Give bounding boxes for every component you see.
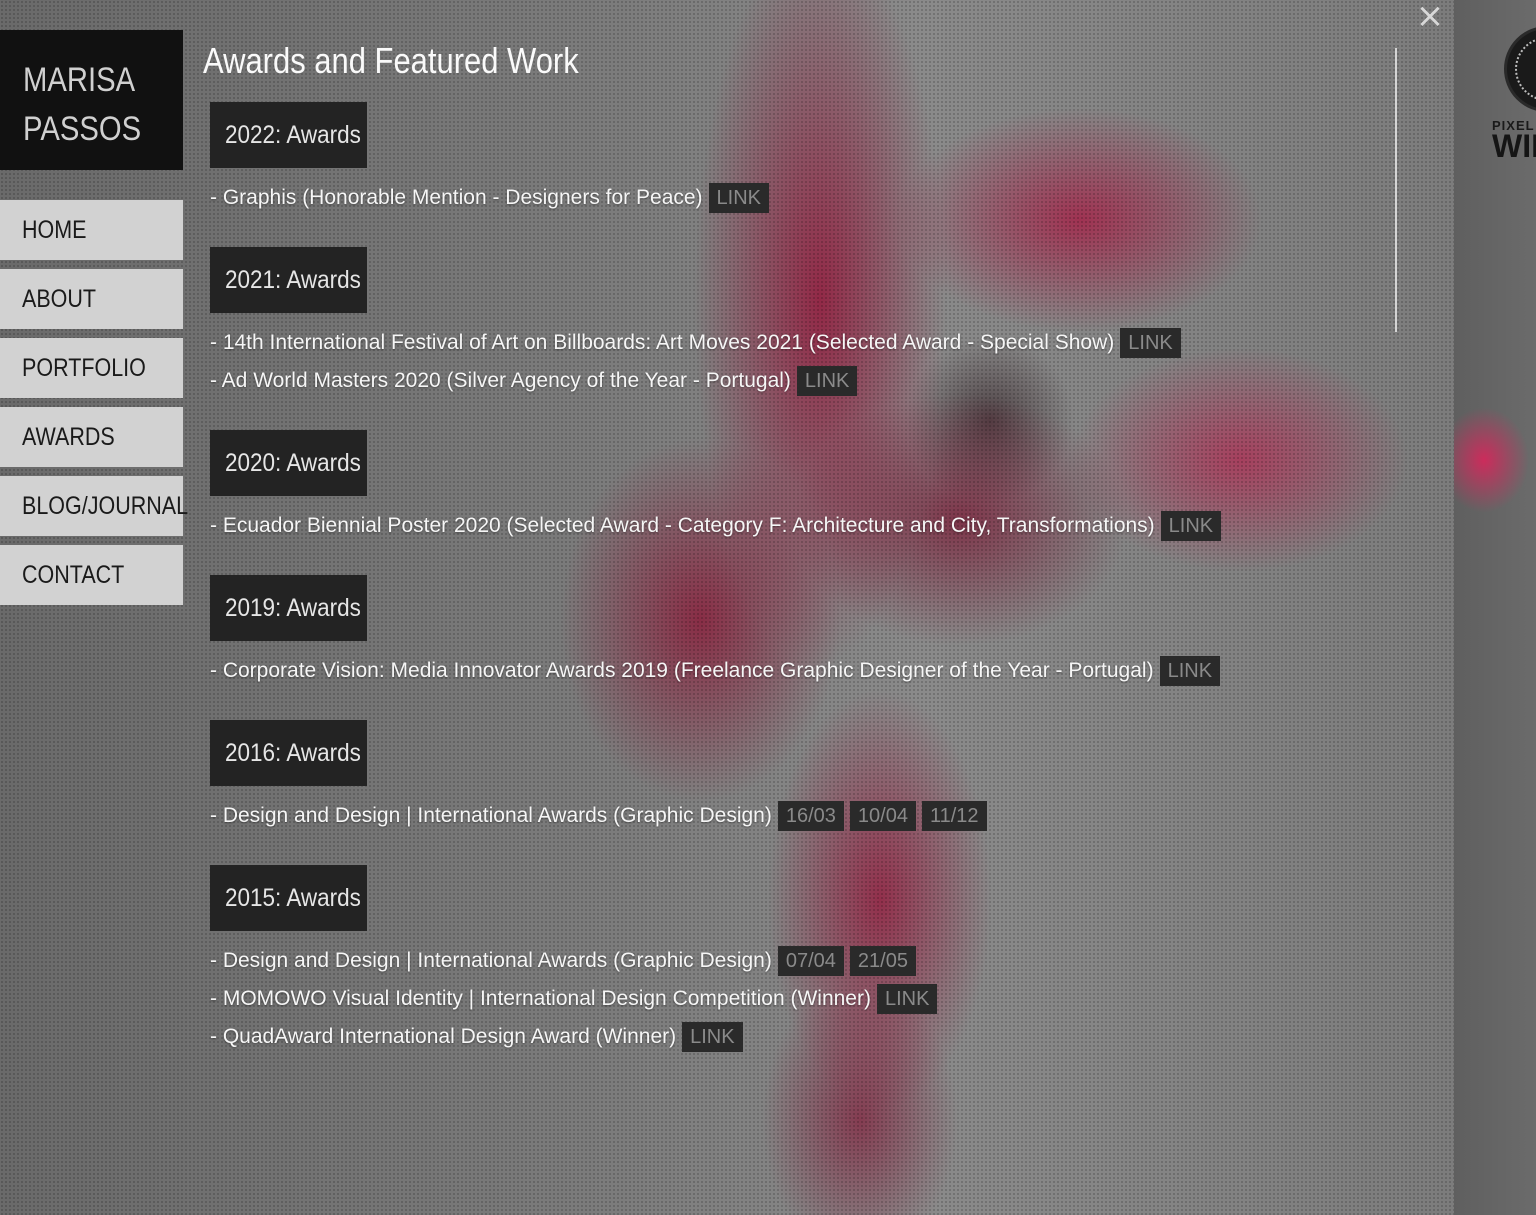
award-entries: - Graphis (Honorable Mention - Designers… bbox=[210, 179, 1390, 217]
award-date-link[interactable]: 07/04 bbox=[777, 946, 844, 976]
year-section: 2021: Awards - 14th International Festiva… bbox=[210, 247, 1390, 400]
year-section: 2022: Awards - Graphis (Honorable Mention… bbox=[210, 102, 1390, 217]
award-link-button[interactable]: LINK bbox=[876, 984, 938, 1014]
year-heading: 2022: Awards bbox=[210, 102, 367, 168]
award-entry: - Design and Design | International Awar… bbox=[210, 942, 1390, 980]
year-section: 2019: Awards - Corporate Vision: Media In… bbox=[210, 575, 1390, 690]
award-link-button[interactable]: LINK bbox=[682, 1022, 743, 1052]
badge-seal-icon bbox=[1504, 26, 1536, 112]
award-entries: - Corporate Vision: Media Innovator Awar… bbox=[210, 652, 1390, 690]
award-date-link[interactable]: 11/12 bbox=[921, 801, 987, 831]
award-date-link[interactable]: 21/05 bbox=[849, 946, 916, 976]
award-entry: - Corporate Vision: Media Innovator Awar… bbox=[210, 652, 1390, 690]
year-heading-label: 2020: Awards bbox=[225, 449, 361, 477]
award-entries: - Design and Design | International Awar… bbox=[210, 942, 1390, 1056]
scrollbar[interactable] bbox=[1395, 48, 1397, 332]
award-entry: - Ad World Masters 2020 (Silver Agency o… bbox=[210, 362, 1390, 400]
year-heading-label: 2015: Awards bbox=[225, 884, 361, 912]
award-badge: PIXEL WIN bbox=[1492, 26, 1536, 166]
site-logo[interactable]: MARISA PASSOS bbox=[0, 30, 183, 170]
award-entry-text: - QuadAward International Design Award (… bbox=[210, 1025, 677, 1048]
award-link-button[interactable]: LINK bbox=[1160, 511, 1222, 541]
nav-item-awards[interactable]: AWARDS bbox=[0, 407, 183, 467]
awards-list: 2022: Awards - Graphis (Honorable Mention… bbox=[210, 102, 1390, 1086]
award-entry-text: - Ad World Masters 2020 (Silver Agency o… bbox=[210, 369, 791, 392]
badge-text-bottom: WIN bbox=[1492, 128, 1536, 164]
right-edge-panel bbox=[1454, 0, 1536, 1215]
year-heading: 2019: Awards bbox=[210, 575, 367, 641]
award-entry: - Graphis (Honorable Mention - Designers… bbox=[210, 179, 1390, 217]
year-heading: 2015: Awards bbox=[210, 865, 367, 931]
year-heading-label: 2016: Awards bbox=[225, 739, 361, 767]
logo-line-2: PASSOS bbox=[23, 110, 142, 148]
award-entry: - QuadAward International Design Award (… bbox=[210, 1018, 1390, 1056]
nav-item-about[interactable]: ABOUT bbox=[0, 269, 183, 329]
year-section: 2020: Awards - Ecuador Biennial Poster 20… bbox=[210, 430, 1390, 545]
award-entry: - Ecuador Biennial Poster 2020 (Selected… bbox=[210, 507, 1390, 545]
award-link-button[interactable]: LINK bbox=[1120, 328, 1181, 358]
year-heading-label: 2019: Awards bbox=[225, 594, 361, 622]
logo-line-1: MARISA bbox=[23, 61, 136, 99]
award-entry: - MOMOWO Visual Identity | International… bbox=[210, 980, 1390, 1018]
year-heading: 2016: Awards bbox=[210, 720, 367, 786]
award-entry-text: - 14th International Festival of Art on … bbox=[210, 331, 1115, 354]
award-entry-text: - Ecuador Biennial Poster 2020 (Selected… bbox=[210, 514, 1155, 537]
award-date-link[interactable]: 10/04 bbox=[849, 801, 916, 831]
nav-item-contact[interactable]: CONTACT bbox=[0, 545, 183, 605]
award-entries: - Ecuador Biennial Poster 2020 (Selected… bbox=[210, 507, 1390, 545]
main-nav: HOME ABOUT PORTFOLIO AWARDS BLOG/JOURNAL… bbox=[0, 200, 188, 614]
award-link-button[interactable]: LINK bbox=[708, 183, 770, 213]
year-heading: 2021: Awards bbox=[210, 247, 367, 313]
award-entry: - 14th International Festival of Art on … bbox=[210, 324, 1390, 362]
year-heading: 2020: Awards bbox=[210, 430, 367, 496]
award-entries: - 14th International Festival of Art on … bbox=[210, 324, 1390, 400]
award-entry-text: - MOMOWO Visual Identity | International… bbox=[210, 987, 871, 1010]
award-entries: - Design and Design | International Awar… bbox=[210, 797, 1390, 835]
nav-item-blog-journal[interactable]: BLOG/JOURNAL bbox=[0, 476, 188, 536]
award-entry-text: - Graphis (Honorable Mention - Designers… bbox=[210, 186, 703, 209]
nav-item-home[interactable]: HOME bbox=[0, 200, 183, 260]
year-section: 2016: Awards - Design and Design | Intern… bbox=[210, 720, 1390, 835]
year-section: 2015: Awards - Design and Design | Intern… bbox=[210, 865, 1390, 1056]
year-heading-label: 2022: Awards bbox=[225, 121, 361, 149]
award-entry-text: - Corporate Vision: Media Innovator Awar… bbox=[210, 659, 1154, 682]
award-entry-text: - Design and Design | International Awar… bbox=[210, 804, 772, 827]
award-entry-text: - Design and Design | International Awar… bbox=[210, 949, 772, 972]
award-entry: - Design and Design | International Awar… bbox=[210, 797, 1390, 835]
nav-item-portfolio[interactable]: PORTFOLIO bbox=[0, 338, 183, 398]
close-icon[interactable]: × bbox=[1414, 0, 1446, 34]
right-edge-highlight bbox=[1454, 390, 1536, 550]
award-link-button[interactable]: LINK bbox=[796, 366, 858, 396]
year-heading-label: 2021: Awards bbox=[225, 266, 361, 294]
award-link-button[interactable]: LINK bbox=[1159, 656, 1221, 686]
award-date-link[interactable]: 16/03 bbox=[777, 801, 844, 831]
page-title: Awards and Featured Work bbox=[203, 40, 579, 81]
